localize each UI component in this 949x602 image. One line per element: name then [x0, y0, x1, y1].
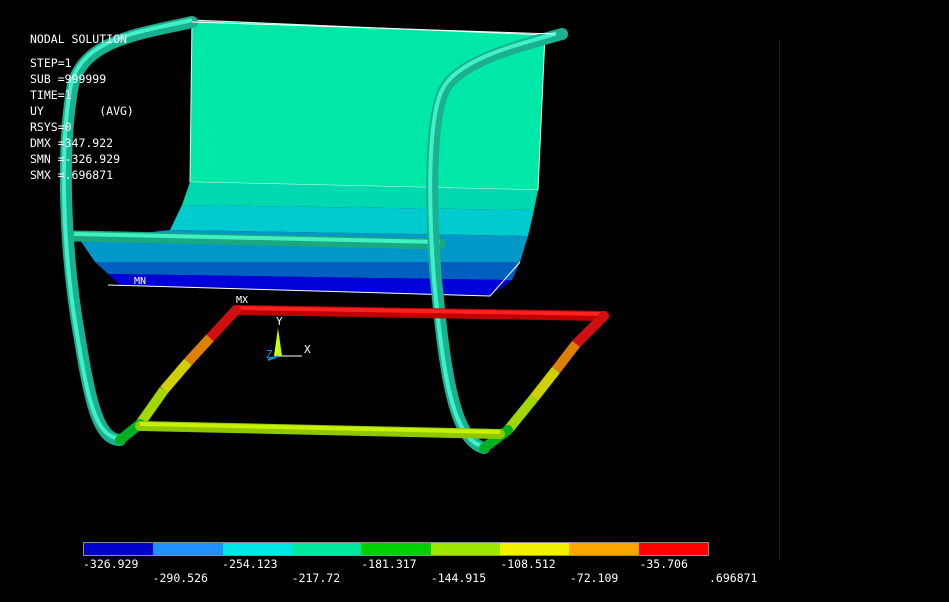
- legend-segment: [361, 543, 431, 555]
- legend-segment: [499, 543, 570, 555]
- legend-segment: [84, 543, 154, 555]
- max-marker: MX: [236, 295, 248, 306]
- left-runner-lime: [135, 387, 169, 427]
- axis-y-label: Y: [276, 315, 283, 328]
- back-panel: [189, 19, 546, 191]
- legend-tick-label: -254.123: [222, 557, 278, 571]
- legend-tick-label: -217.72: [291, 571, 341, 585]
- right-runner-orange: [552, 340, 580, 374]
- legend-segment: [222, 543, 292, 555]
- info-sub: SUB =999999: [30, 72, 107, 86]
- solution-info: NODAL SOLUTION STEP=1 SUB =999999 TIME=1…: [30, 31, 134, 183]
- legend-tick-label: -108.512: [500, 557, 556, 571]
- info-title: NODAL SOLUTION: [30, 32, 127, 46]
- legend-tick-label: -72.109: [569, 571, 619, 585]
- legend-tick-label: -181.317: [361, 557, 417, 571]
- axis-z-label: Z: [266, 348, 273, 361]
- info-step: STEP=1: [30, 56, 72, 70]
- contour-legend-bar: [83, 542, 709, 556]
- left-runner-yellow: [160, 358, 192, 394]
- min-marker: MN: [134, 276, 146, 287]
- info-smn: SMN =-326.929: [30, 152, 121, 166]
- viewport-divider: [779, 40, 780, 560]
- left-runner-red: [205, 305, 241, 343]
- legend-tick-label: -326.929: [83, 557, 139, 571]
- legend-tick-label: .696871: [709, 571, 758, 585]
- graphics-viewport[interactable]: MN MX Y X Z NODAL SOLUTION STEP=1 SUB =9…: [0, 0, 949, 602]
- info-dmx: DMX =347.922: [30, 136, 114, 150]
- info-time: TIME=1: [30, 88, 72, 102]
- legend-segment: [430, 543, 500, 555]
- chair-fea-model: MN MX Y X Z: [59, 16, 609, 454]
- info-smx: SMX =.696871: [30, 168, 114, 182]
- right-tube-end: [556, 28, 568, 40]
- info-component: UY (AVG): [30, 104, 134, 118]
- legend-segment: [153, 543, 223, 555]
- legend-tick-label: -35.706: [639, 557, 688, 571]
- right-runner-yellow: [530, 366, 560, 402]
- left-runner-orange: [184, 334, 214, 366]
- legend-tick-label: -290.526: [152, 571, 208, 585]
- right-runner-lime: [504, 394, 538, 434]
- info-rsys: RSYS=0: [30, 120, 72, 134]
- legend-segment: [291, 543, 362, 555]
- legend-segment: [569, 543, 639, 555]
- legend-segment: [638, 543, 708, 555]
- axis-triad: Y X Z: [266, 315, 311, 361]
- axis-x-label: X: [304, 343, 311, 356]
- legend-tick-label: -144.915: [430, 571, 487, 585]
